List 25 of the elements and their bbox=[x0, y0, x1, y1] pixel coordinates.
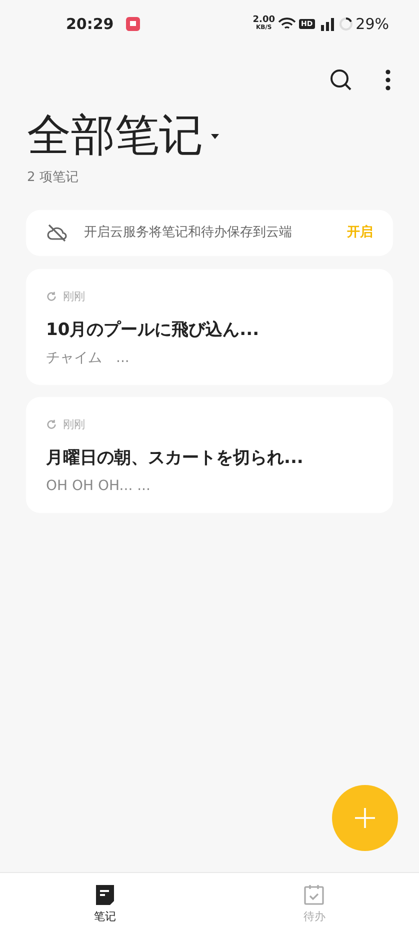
note-preview: OH OH OH... ... bbox=[46, 476, 152, 496]
network-speed: 2.00 bbox=[252, 16, 275, 24]
plus-icon bbox=[354, 807, 376, 829]
note-count: 2 项笔记 bbox=[26, 169, 80, 187]
sync-icon bbox=[46, 291, 57, 302]
nav-tab[interactable]: 笔记 bbox=[0, 873, 210, 936]
wifi-icon bbox=[278, 17, 296, 31]
note-time: 刚刚 bbox=[63, 416, 85, 432]
clock: 20:29 bbox=[66, 14, 114, 35]
battery-level: 29% bbox=[356, 14, 389, 35]
calendar-check-icon bbox=[303, 884, 326, 906]
battery-icon bbox=[338, 17, 353, 31]
note-icon bbox=[94, 884, 115, 906]
note-title: 10月のプールに飛び込ん... bbox=[46, 319, 260, 342]
app-notification-icon bbox=[126, 17, 140, 31]
page-title: 全部笔记 bbox=[27, 109, 203, 163]
dropdown-caret-icon[interactable] bbox=[211, 134, 219, 138]
note-card[interactable]: 刚刚 10月のプールに飛び込ん... チャイム ... bbox=[26, 268, 393, 384]
banner-text: 开启云服务将笔记和待办保存到云端 bbox=[84, 224, 292, 242]
cloud-off-icon bbox=[46, 222, 68, 242]
note-title: 月曜日の朝、スカートを切られ... bbox=[46, 447, 304, 470]
note-preview: チャイム ... bbox=[46, 348, 130, 368]
note-card[interactable]: 刚刚 月曜日の朝、スカートを切られ... OH OH OH... ... bbox=[26, 396, 393, 512]
note-time: 刚刚 bbox=[63, 288, 85, 304]
sync-icon bbox=[46, 419, 57, 430]
